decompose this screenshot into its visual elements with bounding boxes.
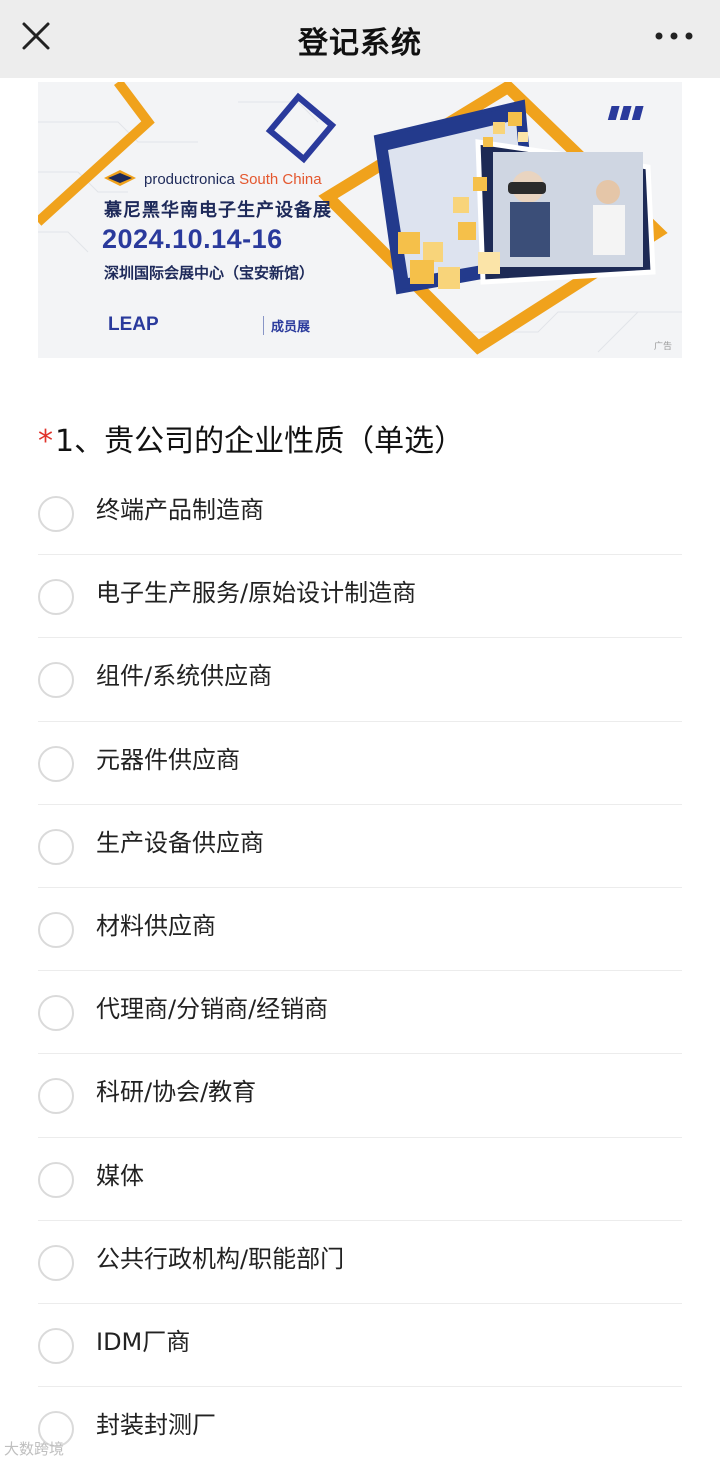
option-item[interactable]: 元器件供应商 — [38, 722, 682, 805]
option-item[interactable]: IDM厂商 — [38, 1304, 682, 1388]
radio-button[interactable] — [38, 579, 74, 616]
option-item[interactable]: 代理商/分销商/经销商 — [38, 971, 682, 1055]
ad-label: 广告 — [653, 342, 672, 352]
banner-leap-logo: LEAP — [108, 314, 159, 335]
option-item[interactable]: 材料供应商 — [38, 888, 682, 972]
option-label: 终端产品制造商 — [96, 496, 264, 524]
ad-banner[interactable]: productronica South China 慕尼黑华南电子生产设备展 2… — [38, 82, 682, 358]
required-mark: * — [38, 424, 53, 459]
radio-button[interactable] — [38, 1078, 74, 1115]
radio-button[interactable] — [38, 1327, 74, 1364]
option-label: 公共行政机构/职能部门 — [96, 1244, 345, 1273]
option-item[interactable]: 媒体 — [38, 1138, 682, 1221]
question-title: *1、贵公司的企业性质（单选） — [38, 416, 464, 460]
banner-member-label: 成员展 — [263, 316, 310, 335]
option-label: 材料供应商 — [96, 911, 216, 940]
options-list: 终端产品制造商 电子生产服务/原始设计制造商 组件/系统供应商 元器件供应商 生… — [38, 472, 682, 1464]
option-label: IDM厂商 — [96, 1327, 191, 1356]
top-bar: 登记系统 — [0, 0, 720, 78]
radio-button[interactable] — [38, 1161, 74, 1198]
option-item[interactable]: 公共行政机构/职能部门 — [38, 1221, 682, 1304]
option-label: 媒体 — [96, 1161, 144, 1190]
option-label: 封装封测厂 — [96, 1411, 216, 1440]
radio-button[interactable] — [38, 662, 74, 699]
banner-venue: 深圳国际会展中心（宝安新馆） — [104, 264, 315, 282]
radio-button[interactable] — [38, 496, 74, 532]
option-label: 生产设备供应商 — [96, 828, 264, 857]
watermark: 大数跨境 — [4, 1440, 65, 1458]
banner-brand: productronica South China — [144, 171, 322, 188]
option-label: 代理商/分销商/经销商 — [96, 995, 329, 1024]
more-icon[interactable] — [652, 24, 696, 48]
radio-button[interactable] — [38, 828, 74, 865]
banner-date: 2024.10.14-16 — [102, 224, 283, 254]
radio-button[interactable] — [38, 745, 74, 782]
page-title: 登记系统 — [298, 26, 422, 61]
option-item[interactable]: 终端产品制造商 — [38, 472, 682, 556]
option-item[interactable]: 科研/协会/教育 — [38, 1054, 682, 1138]
option-item[interactable]: 电子生产服务/原始设计制造商 — [38, 555, 682, 639]
question-text: 1、贵公司的企业性质（单选） — [55, 424, 465, 459]
radio-button[interactable] — [38, 911, 74, 948]
option-label: 组件/系统供应商 — [96, 662, 273, 691]
option-label: 电子生产服务/原始设计制造商 — [96, 579, 417, 608]
option-item[interactable]: 组件/系统供应商 — [38, 638, 682, 722]
option-label: 科研/协会/教育 — [96, 1078, 257, 1107]
radio-button[interactable] — [38, 995, 74, 1032]
option-label: 元器件供应商 — [96, 745, 240, 774]
banner-event-name: 慕尼黑华南电子生产设备展 — [104, 200, 332, 221]
option-item[interactable]: 生产设备供应商 — [38, 805, 682, 888]
radio-button[interactable] — [38, 1244, 74, 1281]
option-item[interactable]: 封装封测厂 — [38, 1387, 682, 1464]
